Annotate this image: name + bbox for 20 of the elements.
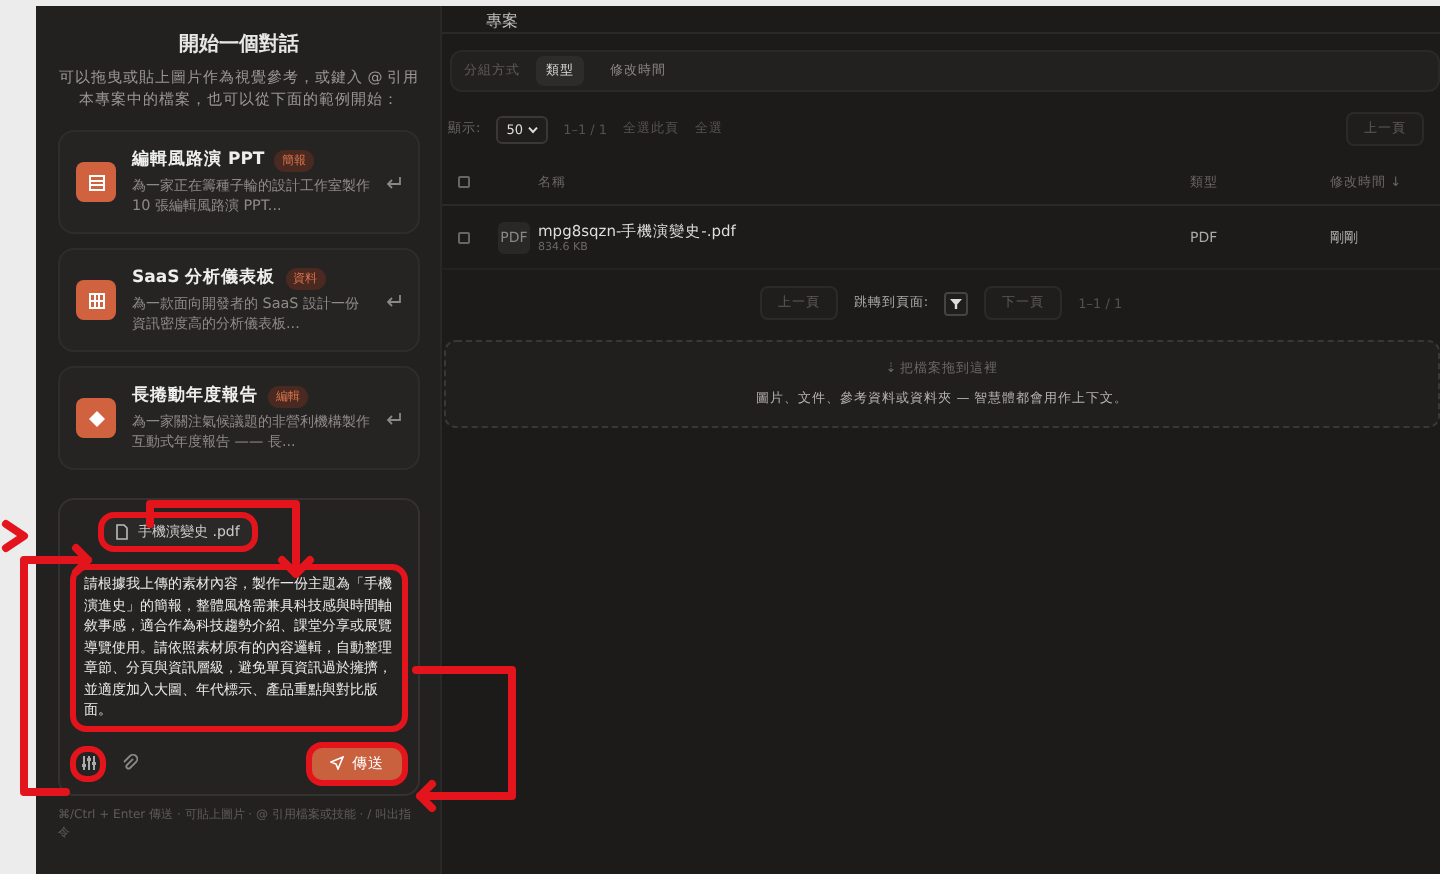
header-title: 專案 xyxy=(486,12,518,32)
funnel-icon xyxy=(950,297,963,309)
enter-icon xyxy=(386,293,402,307)
send-icon xyxy=(330,756,344,770)
slides-icon xyxy=(87,173,105,191)
example-title: SaaS 分析儀表板 xyxy=(132,266,276,290)
select-all-checkbox[interactable] xyxy=(458,175,470,187)
grid-icon xyxy=(87,291,105,309)
diamond-icon xyxy=(87,409,105,427)
sidebar-title: 開始一個對話 xyxy=(177,31,301,58)
enter-icon xyxy=(386,411,402,425)
chevron-down-icon xyxy=(527,125,538,133)
example-title: 編輯風路演 PPT xyxy=(132,148,265,172)
page-dropdown[interactable] xyxy=(944,291,969,315)
example-title: 長捲動年度報告 xyxy=(132,384,258,408)
enter-icon xyxy=(386,175,402,189)
sliders-icon[interactable] xyxy=(70,745,106,781)
file-icon xyxy=(116,524,128,540)
paperclip-icon[interactable] xyxy=(122,754,138,772)
row-checkbox[interactable] xyxy=(458,231,470,243)
